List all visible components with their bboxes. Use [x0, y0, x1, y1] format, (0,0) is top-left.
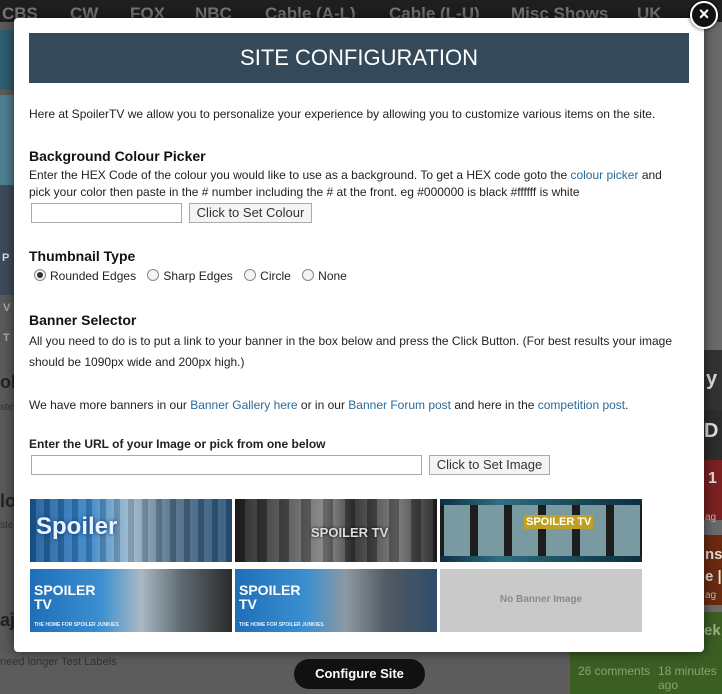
banner-thumb-5[interactable]: SPOILER TV THE HOME FOR SPOILER JUNKIES	[235, 569, 437, 632]
colour-picker-text: Enter the HEX Code of the colour you wou…	[29, 168, 571, 182]
thumbnail-type-options: Rounded Edges Sharp Edges Circle None	[34, 269, 355, 283]
banner-logo: SPOILER TV	[524, 515, 594, 529]
banner-more-text-part: .	[625, 398, 629, 412]
banner-logo: Spoiler	[36, 513, 118, 540]
banner-gallery-link[interactable]: Banner Gallery here	[190, 398, 297, 412]
bg-right-text: 1	[708, 470, 717, 487]
bg-left-text: T	[3, 332, 10, 344]
banner-thumb-4[interactable]: SPOILER TV THE HOME FOR SPOILER JUNKIES	[30, 569, 232, 632]
bg-left-image	[0, 95, 14, 185]
site-configuration-modal: SITE CONFIGURATION Here at SpoilerTV we …	[14, 18, 704, 652]
bg-left-image	[0, 185, 14, 295]
colour-picker-description: Enter the HEX Code of the colour you wou…	[29, 167, 662, 184]
bg-left-text: ste	[0, 520, 14, 531]
radio-label: Sharp Edges	[163, 269, 233, 283]
bg-post-comments: 26 comments	[578, 664, 651, 678]
thumbnail-type-heading: Thumbnail Type	[29, 248, 136, 264]
bg-right-text: ns	[705, 546, 722, 563]
banner-thumb-none[interactable]: No Banner Image	[440, 569, 642, 632]
bg-left-text: V	[3, 302, 11, 314]
banner-thumb-2[interactable]: SPOILER TV	[235, 499, 437, 562]
banner-description-2: should be 1090px wide and 200px high.)	[29, 355, 245, 369]
bg-right-text: ek	[704, 622, 721, 639]
bg-left-text: ste	[0, 402, 14, 413]
radio-sharp-edges[interactable]: Sharp Edges	[147, 269, 233, 283]
bg-right-text: ag	[705, 512, 717, 523]
radio-button-checked[interactable]	[34, 269, 46, 281]
bg-right-text: ag	[705, 590, 717, 601]
banner-selector-heading: Banner Selector	[29, 312, 137, 328]
radio-button[interactable]	[147, 269, 160, 281]
banner-tagline: THE HOME FOR SPOILER JUNKIES	[239, 622, 324, 628]
colour-picker-heading: Background Colour Picker	[29, 148, 206, 164]
bg-left-text: P	[2, 252, 10, 264]
bg-right-text: e |	[705, 568, 722, 585]
colour-picker-link[interactable]: colour picker	[570, 168, 638, 182]
colour-picker-description-2: pick your color then paste in the # numb…	[29, 185, 580, 199]
colour-hex-input[interactable]	[31, 203, 182, 223]
banner-film-strip	[440, 505, 642, 556]
banner-logo: SPOILER TV	[34, 582, 96, 612]
radio-circle[interactable]: Circle	[244, 269, 291, 283]
no-banner-label: No Banner Image	[499, 594, 583, 605]
radio-button[interactable]	[244, 269, 257, 281]
modal-title: SITE CONFIGURATION	[29, 33, 689, 83]
radio-rounded-edges[interactable]: Rounded Edges	[34, 269, 136, 283]
banner-url-label: Enter the URL of your Image or pick from…	[29, 437, 326, 451]
intro-text: Here at SpoilerTV we allow you to person…	[29, 107, 656, 121]
close-icon[interactable]: ×	[690, 1, 718, 29]
radio-label: Circle	[260, 269, 291, 283]
bg-right-text: y	[706, 368, 718, 390]
banner-more-text: We have more banners in our Banner Galle…	[29, 397, 628, 414]
radio-label: Rounded Edges	[50, 269, 137, 283]
bg-post-time: 18 minutes ago	[658, 664, 717, 692]
banner-tagline: THE HOME FOR SPOILER JUNKIES	[34, 622, 119, 628]
banner-thumb-3[interactable]: SPOILER TV	[440, 499, 642, 562]
banner-forum-link[interactable]: Banner Forum post	[348, 398, 451, 412]
radio-label: None	[318, 269, 347, 283]
competition-post-link[interactable]: competition post	[538, 398, 625, 412]
banner-url-input[interactable]	[31, 455, 422, 475]
set-colour-button[interactable]: Click to Set Colour	[189, 203, 312, 223]
banner-logo: SPOILER TV	[239, 582, 301, 612]
banner-more-text-part: or in our	[297, 398, 349, 412]
set-image-button[interactable]: Click to Set Image	[429, 455, 550, 475]
banner-description: All you need to do is to put a link to y…	[29, 334, 673, 348]
bg-right-text: D	[704, 420, 719, 442]
banner-more-text-part: and here in the	[451, 398, 538, 412]
banner-more-text-part: We have more banners in our	[29, 398, 191, 412]
radio-button[interactable]	[302, 269, 315, 281]
banner-thumb-1[interactable]: Spoiler	[30, 499, 232, 562]
bg-left-text: aj	[0, 610, 16, 630]
configure-site-button[interactable]: Configure Site	[294, 659, 425, 689]
bg-bottom-text: need longer Test Labels	[0, 656, 117, 668]
colour-picker-text: and	[638, 168, 662, 182]
banner-logo: SPOILER TV	[311, 525, 389, 540]
bg-left-image	[0, 30, 14, 90]
radio-none[interactable]: None	[302, 269, 347, 283]
